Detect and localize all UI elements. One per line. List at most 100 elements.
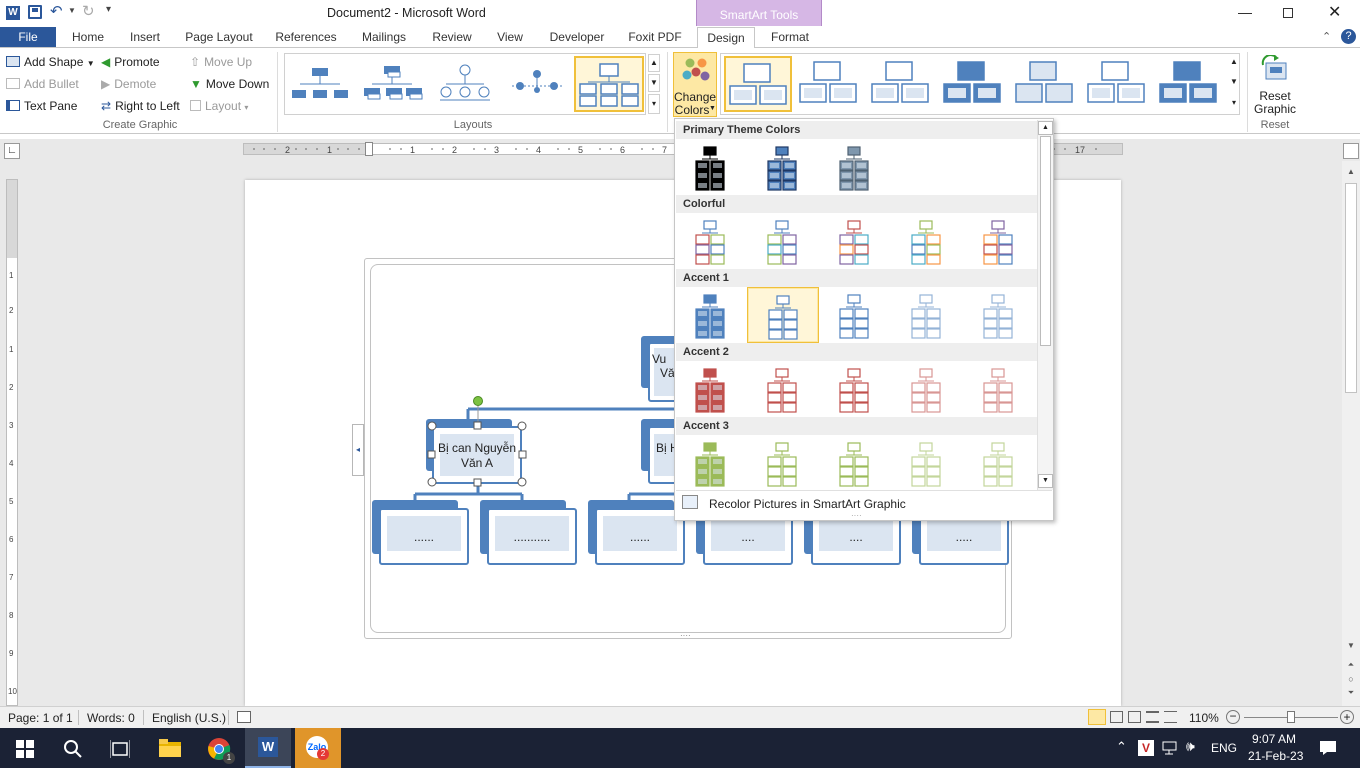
- clock-date[interactable]: 21-Feb-23: [1248, 749, 1303, 763]
- move-up-button[interactable]: ⇧ Move Up: [190, 53, 252, 71]
- layouts-scroll-down-button[interactable]: ▼: [648, 74, 660, 92]
- web-layout-icon[interactable]: [1128, 711, 1141, 723]
- rotate-handle[interactable]: [473, 396, 483, 406]
- menu-resize-grip[interactable]: ····: [851, 512, 875, 520]
- smartart-style-thumb[interactable]: [940, 56, 1008, 112]
- color-option-swatch[interactable]: [747, 435, 819, 491]
- color-option-swatch[interactable]: [747, 139, 819, 195]
- action-center-icon[interactable]: [1319, 740, 1337, 756]
- smartart-leaf-node[interactable]: ...........: [487, 508, 577, 565]
- color-option-swatch[interactable]: [675, 435, 747, 491]
- restore-button[interactable]: [1283, 8, 1293, 18]
- add-bullet-button[interactable]: Add Bullet: [6, 75, 79, 93]
- undo-icon[interactable]: ↶: [50, 2, 63, 20]
- volume-icon[interactable]: 🕪: [1186, 738, 1195, 755]
- scroll-up-arrow[interactable]: ▲: [1342, 167, 1360, 176]
- styles-scroll-up-button[interactable]: ▲: [1228, 54, 1240, 72]
- layout-button[interactable]: Layout ▾: [190, 97, 248, 115]
- layout-circle-hierarchy-thumb[interactable]: [434, 60, 496, 108]
- add-shape-button[interactable]: Add Shape ▼: [6, 53, 95, 71]
- browse-object-icon[interactable]: ○: [1342, 674, 1360, 684]
- scroll-thumb[interactable]: [1345, 183, 1357, 393]
- previous-page-icon[interactable]: ⏶: [1342, 660, 1360, 670]
- color-option-swatch[interactable]: [819, 139, 891, 195]
- vertical-ruler[interactable]: 1 2 1 2 3 4 5 6 7 8 9 10: [6, 179, 18, 706]
- draft-view-icon[interactable]: [1164, 711, 1177, 723]
- customize-toolbar-icon[interactable]: ▾: [106, 4, 111, 15]
- color-option-swatch[interactable]: [675, 361, 747, 417]
- menu-scroll-down-arrow[interactable]: ▼: [1038, 474, 1053, 488]
- layout-horizontal-hierarchy-thumb[interactable]: [506, 60, 568, 108]
- color-option-swatch[interactable]: [963, 213, 1035, 269]
- proofing-icon[interactable]: [237, 711, 251, 723]
- change-colors-button[interactable]: Change Colors ▼: [673, 52, 717, 117]
- text-pane-button[interactable]: Text Pane: [6, 97, 77, 115]
- tab-insert[interactable]: Insert: [122, 27, 168, 47]
- smartart-style-thumb[interactable]: [796, 56, 864, 112]
- layout-selected-thumb[interactable]: [574, 56, 644, 112]
- color-option-swatch[interactable]: [747, 361, 819, 417]
- zoom-in-button[interactable]: +: [1340, 710, 1354, 724]
- tab-mailings[interactable]: Mailings: [354, 27, 414, 47]
- task-view-icon[interactable]: [110, 740, 130, 758]
- styles-more-button[interactable]: ▾: [1228, 94, 1240, 114]
- color-option-swatch[interactable]: [963, 435, 1035, 491]
- styles-scroll-down-button[interactable]: ▼: [1228, 74, 1240, 92]
- antivirus-tray-icon[interactable]: V: [1138, 740, 1154, 756]
- word-taskbar-button[interactable]: W: [245, 728, 291, 768]
- menu-scroll-up-arrow[interactable]: ▲: [1038, 121, 1053, 135]
- smartart-style-thumb[interactable]: [1156, 56, 1224, 112]
- smartart-style-thumb[interactable]: [1012, 56, 1080, 112]
- layouts-scroll-up-button[interactable]: ▲: [648, 54, 660, 72]
- layouts-more-button[interactable]: ▾: [648, 94, 660, 114]
- show-hidden-icons-chevron-icon[interactable]: ⌃: [1116, 739, 1127, 755]
- color-option-swatch[interactable]: [891, 361, 963, 417]
- file-explorer-icon[interactable]: [159, 739, 181, 757]
- color-option-swatch[interactable]: [819, 361, 891, 417]
- tab-home[interactable]: Home: [64, 27, 112, 47]
- color-option-swatch[interactable]: [891, 435, 963, 491]
- menu-scroll-thumb[interactable]: [1040, 136, 1051, 346]
- collapse-ribbon-icon[interactable]: ⌃: [1322, 30, 1331, 43]
- input-language[interactable]: ENG: [1211, 741, 1237, 755]
- tab-page-layout[interactable]: Page Layout: [180, 27, 258, 47]
- network-icon[interactable]: [1162, 741, 1180, 755]
- right-to-left-button[interactable]: ⇄ Right to Left: [101, 97, 180, 115]
- layout-org-chart-thumb[interactable]: [290, 60, 352, 108]
- windows-start-icon[interactable]: [16, 740, 34, 758]
- color-option-swatch[interactable]: [747, 213, 819, 269]
- recolor-pictures-option[interactable]: Recolor Pictures in SmartArt Graphic: [676, 492, 1052, 514]
- color-option-swatch[interactable]: [675, 213, 747, 269]
- outline-view-icon[interactable]: [1146, 711, 1159, 723]
- zoom-slider-thumb[interactable]: [1287, 711, 1295, 723]
- tab-references[interactable]: References: [270, 27, 342, 47]
- color-option-swatch[interactable]: [819, 435, 891, 491]
- menu-scrollbar[interactable]: ▲ ▼: [1037, 120, 1053, 490]
- clock-time[interactable]: 9:07 AM: [1252, 732, 1296, 746]
- view-ruler-button[interactable]: [1343, 143, 1359, 159]
- word-app-icon[interactable]: W: [6, 6, 20, 20]
- word-count[interactable]: Words: 0: [87, 711, 135, 725]
- selection-handles[interactable]: [426, 395, 528, 491]
- smartart-leaf-node[interactable]: ......: [379, 508, 469, 565]
- smartart-style-thumb[interactable]: [868, 56, 936, 112]
- close-button[interactable]: ✕: [1328, 2, 1341, 22]
- color-option-swatch[interactable]: [819, 213, 891, 269]
- help-icon[interactable]: ?: [1341, 29, 1356, 44]
- reset-graphic-button[interactable]: Reset Graphic: [1252, 52, 1298, 118]
- language-indicator[interactable]: English (U.S.): [152, 711, 226, 725]
- smartart-leaf-node[interactable]: ......: [595, 508, 685, 565]
- tab-file[interactable]: File: [0, 27, 56, 47]
- zalo-taskbar-button[interactable]: Zalo 2: [295, 728, 341, 768]
- redo-icon[interactable]: ↻: [82, 2, 95, 20]
- scroll-down-arrow[interactable]: ▼: [1342, 641, 1360, 650]
- zoom-out-button[interactable]: −: [1226, 710, 1240, 724]
- print-layout-view-icon[interactable]: [1088, 709, 1106, 725]
- full-screen-reading-icon[interactable]: [1110, 711, 1123, 723]
- tab-selector-button[interactable]: ∟: [4, 143, 20, 159]
- page-count[interactable]: Page: 1 of 1: [8, 711, 73, 725]
- minimize-button[interactable]: —: [1238, 4, 1252, 20]
- save-icon[interactable]: [28, 5, 42, 19]
- color-option-swatch[interactable]: [963, 361, 1035, 417]
- tab-review[interactable]: Review: [425, 27, 479, 47]
